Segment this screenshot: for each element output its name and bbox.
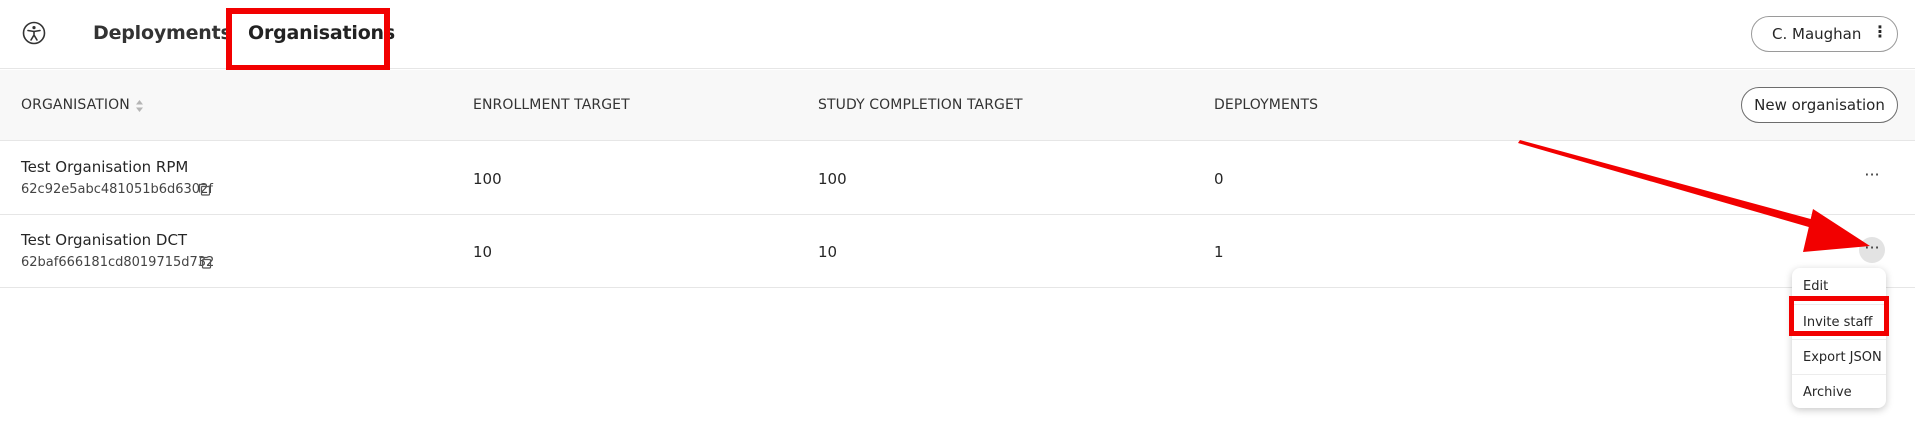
deployments-count: 0 bbox=[1214, 170, 1224, 188]
sort-icon[interactable] bbox=[135, 99, 144, 113]
deployments-count: 1 bbox=[1214, 243, 1224, 261]
top-navigation-bar: Deployments Organisations C. Maughan ⋮ bbox=[0, 0, 1915, 71]
menu-item-archive[interactable]: Archive bbox=[1792, 374, 1886, 409]
annotation-highlight-box bbox=[1789, 296, 1889, 336]
user-name: C. Maughan bbox=[1772, 25, 1862, 43]
organisation-name: Test Organisation DCT bbox=[21, 231, 188, 249]
new-organisation-button[interactable]: New organisation bbox=[1741, 87, 1898, 123]
user-menu-button[interactable]: C. Maughan ⋮ bbox=[1751, 16, 1898, 52]
accessibility-person-icon[interactable] bbox=[22, 21, 46, 45]
copy-icon[interactable] bbox=[199, 256, 212, 269]
study-completion-target-value: 100 bbox=[818, 170, 847, 188]
organisation-name: Test Organisation RPM bbox=[21, 158, 189, 176]
copy-icon[interactable] bbox=[198, 183, 211, 196]
table-header: ORGANISATION ENROLLMENT TARGET STUDY COM… bbox=[0, 70, 1915, 141]
annotation-highlight-box bbox=[226, 8, 390, 71]
tab-deployments[interactable]: Deployments bbox=[93, 22, 232, 44]
enrollment-target-value: 100 bbox=[473, 170, 502, 188]
study-completion-target-value: 10 bbox=[818, 243, 838, 261]
organisation-id: 62baf666181cd8019715d732 bbox=[21, 255, 215, 270]
row-actions-menu: Edit Invite staff Export JSON Archive bbox=[1792, 268, 1886, 408]
menu-item-export-json[interactable]: Export JSON bbox=[1792, 339, 1886, 374]
row-more-actions-button[interactable]: ··· bbox=[1859, 164, 1885, 190]
vertical-dots-icon: ⋮ bbox=[1872, 22, 1888, 41]
row-more-actions-button[interactable]: ··· bbox=[1859, 237, 1885, 263]
page: Deployments Organisations C. Maughan ⋮ O… bbox=[0, 0, 1915, 448]
organisation-id: 62c92e5abc481051b6d6302f bbox=[21, 182, 213, 197]
table-row: Test Organisation RPM 62c92e5abc481051b6… bbox=[0, 142, 1915, 215]
column-header-organisation[interactable]: ORGANISATION bbox=[21, 97, 130, 113]
enrollment-target-value: 10 bbox=[473, 243, 493, 261]
column-header-study-completion-target: STUDY COMPLETION TARGET bbox=[818, 97, 1023, 113]
column-header-deployments: DEPLOYMENTS bbox=[1214, 97, 1319, 113]
table-row: Test Organisation DCT 62baf666181cd80197… bbox=[0, 215, 1915, 288]
column-header-enrollment-target: ENROLLMENT TARGET bbox=[473, 97, 630, 113]
